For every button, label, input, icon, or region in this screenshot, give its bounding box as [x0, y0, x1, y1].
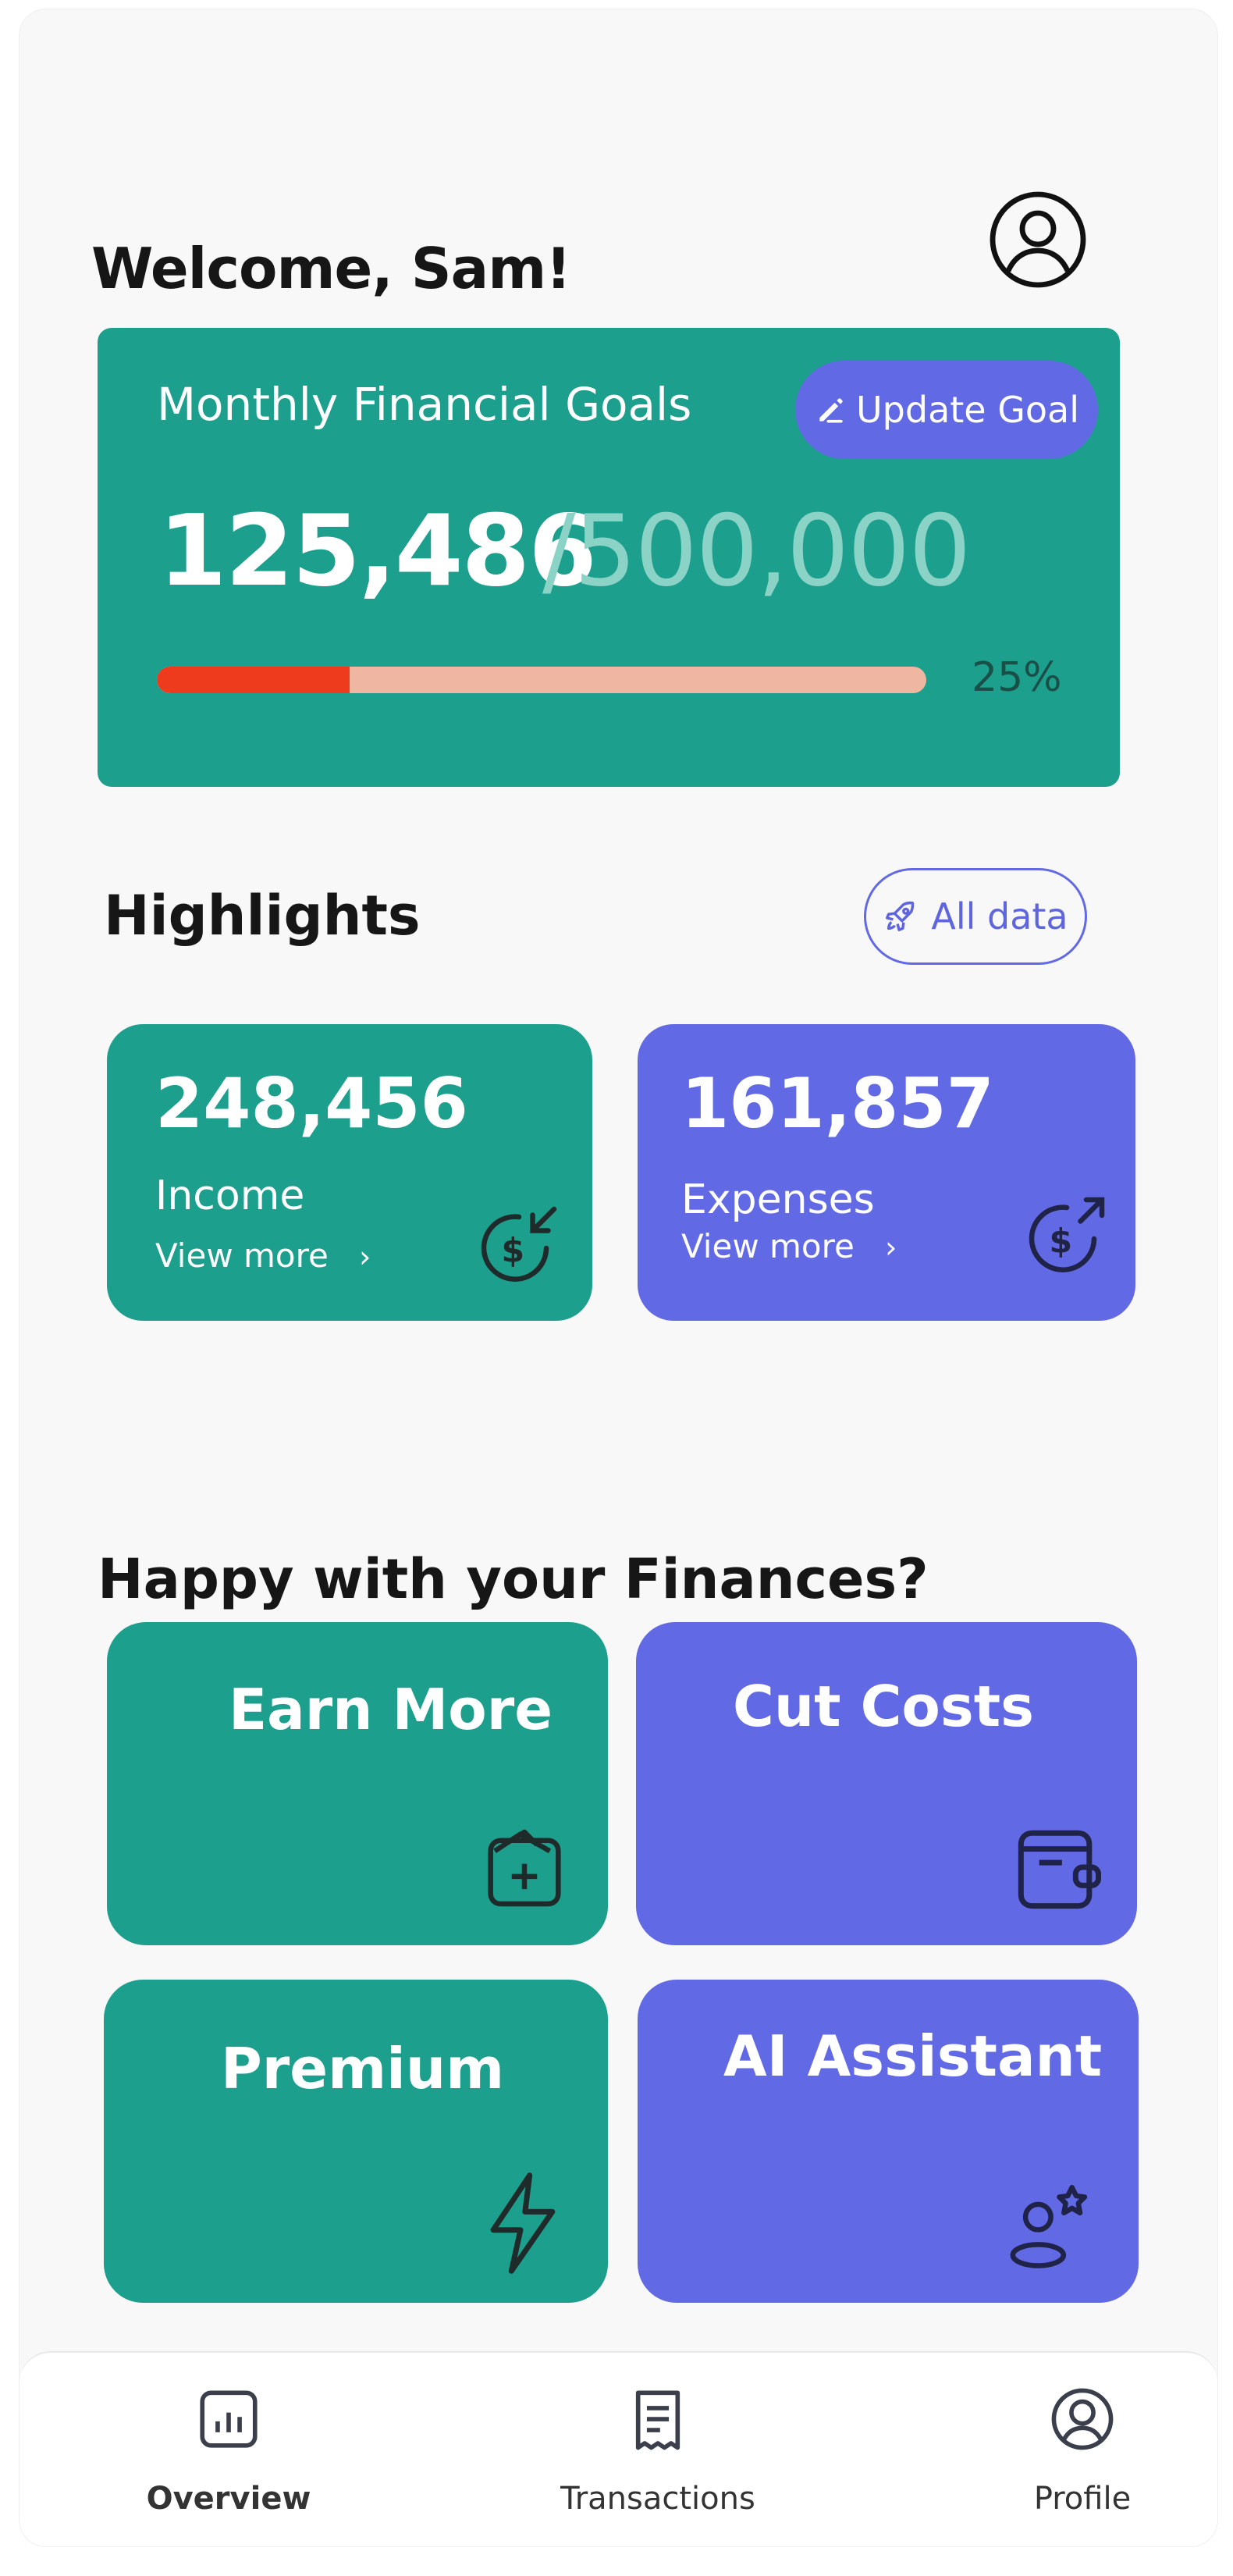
highlights-title: Highlights	[104, 884, 421, 948]
wallet-icon	[1018, 1830, 1101, 1909]
nav-profile[interactable]: Profile	[965, 2384, 1199, 2517]
user-circle-icon	[1051, 2388, 1114, 2450]
rocket-icon	[886, 901, 915, 931]
bottom-navigation: Overview Transactions Profile	[20, 2351, 1217, 2546]
ai-assistant-card[interactable]: AI Assistant	[638, 1980, 1139, 2303]
expenses-view-more-label: View more	[681, 1227, 855, 1265]
money-in-icon: $	[481, 1206, 557, 1282]
profile-avatar-button[interactable]	[987, 189, 1089, 290]
income-view-more-label: View more	[155, 1236, 329, 1275]
expenses-label: Expenses	[681, 1176, 875, 1223]
earn-more-card[interactable]: Earn More	[107, 1622, 608, 1945]
goal-title: Monthly Financial Goals	[157, 378, 692, 431]
expenses-card[interactable]: 161,857 Expenses View more › $	[638, 1024, 1135, 1321]
goal-current-value: 125,486	[158, 493, 597, 608]
nav-transactions[interactable]: Transactions	[541, 2384, 775, 2517]
goal-progress-fill	[157, 667, 350, 693]
money-out-icon: $	[1029, 1197, 1105, 1272]
chevron-right-icon: ›	[359, 1240, 371, 1274]
finances-title: Happy with your Finances?	[98, 1547, 929, 1611]
phone-screen: Welcome, Sam! Monthly Financial Goals Up…	[20, 9, 1217, 2546]
lightning-icon	[490, 2172, 556, 2274]
svg-text:$: $	[1050, 1223, 1073, 1261]
expenses-value: 161,857	[681, 1063, 994, 1144]
goal-target-value: /500,000	[542, 493, 971, 608]
nav-overview[interactable]: Overview	[112, 2384, 346, 2517]
edit-pen-icon	[819, 398, 843, 423]
income-view-more-link[interactable]: View more ›	[155, 1236, 371, 1275]
user-circle-icon	[990, 191, 1086, 288]
chevron-right-icon: ›	[885, 1230, 897, 1265]
receipt-icon	[635, 2390, 680, 2450]
chart-icon	[200, 2390, 258, 2448]
income-card[interactable]: 248,456 Income View more › $	[107, 1024, 592, 1321]
earn-more-label: Earn More	[229, 1677, 553, 1742]
expenses-view-more-link[interactable]: View more ›	[681, 1227, 897, 1265]
cut-costs-label: Cut Costs	[733, 1674, 1035, 1739]
cut-costs-card[interactable]: Cut Costs	[636, 1622, 1137, 1945]
monthly-goal-card: Monthly Financial Goals Update Goal 125,…	[98, 328, 1120, 787]
all-data-label: All data	[931, 895, 1068, 938]
user-star-icon	[1010, 2185, 1088, 2268]
premium-card[interactable]: Premium	[104, 1980, 608, 2303]
svg-text:$: $	[502, 1233, 525, 1271]
wallet-add-icon	[488, 1829, 561, 1907]
nav-profile-label: Profile	[1033, 2481, 1132, 2517]
income-value: 248,456	[155, 1063, 468, 1144]
nav-overview-label: Overview	[146, 2481, 311, 2517]
premium-label: Premium	[221, 2036, 505, 2101]
update-goal-button[interactable]: Update Goal	[795, 361, 1098, 459]
welcome-title: Welcome, Sam!	[91, 236, 571, 301]
update-goal-label: Update Goal	[856, 389, 1079, 431]
income-label: Income	[155, 1172, 305, 1219]
ai-assistant-label: AI Assistant	[723, 2023, 1103, 2089]
goal-progress-label: 25%	[972, 654, 1062, 701]
nav-transactions-label: Transactions	[560, 2481, 755, 2517]
goal-progress-bar	[157, 667, 926, 693]
all-data-button[interactable]: All data	[864, 868, 1087, 965]
